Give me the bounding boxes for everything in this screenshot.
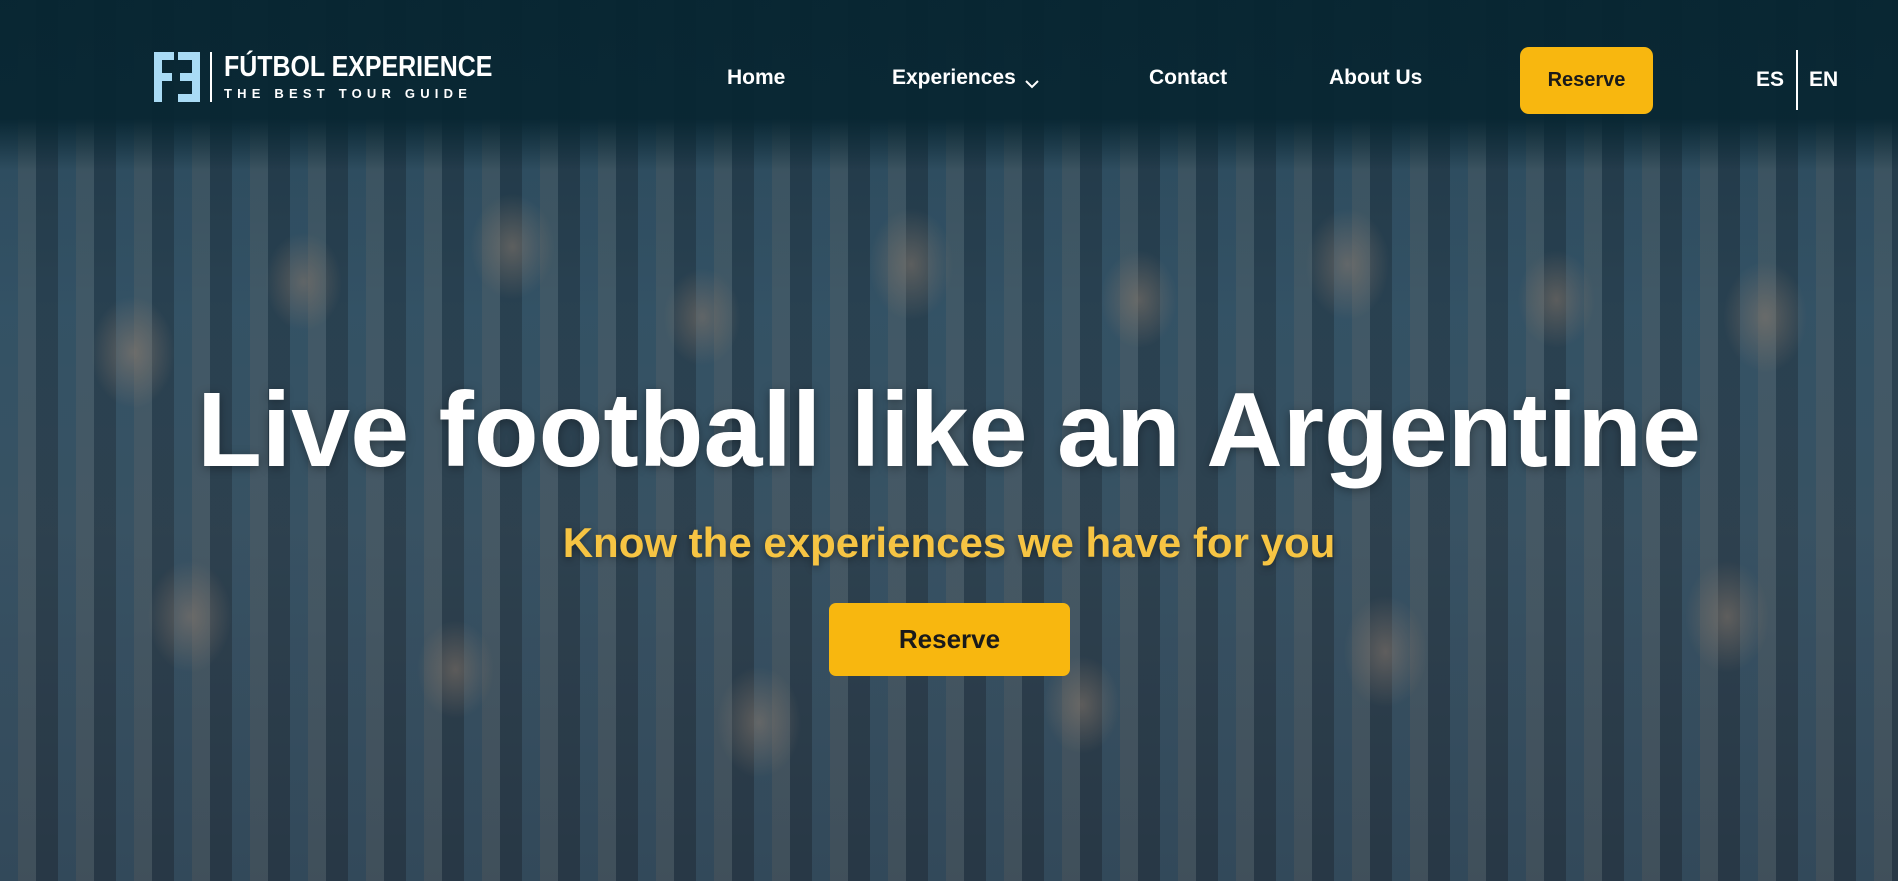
brand-title: FÚTBOL EXPERIENCE bbox=[224, 51, 493, 83]
hero-subtitle: Know the experiences we have for you bbox=[562, 519, 1336, 566]
chevron-down-icon bbox=[1024, 70, 1040, 89]
nav-item-home[interactable]: Home bbox=[727, 62, 785, 94]
header-reserve-button[interactable]: Reserve bbox=[1520, 47, 1653, 114]
language-switcher: ES EN bbox=[1756, 50, 1838, 110]
brand-tagline: THE BEST TOUR GUIDE bbox=[224, 86, 473, 101]
hero-reserve-button[interactable]: Reserve bbox=[829, 603, 1070, 676]
brand-logo[interactable]: FÚTBOL EXPERIENCE THE BEST TOUR GUIDE bbox=[154, 52, 536, 102]
logo-divider bbox=[210, 52, 212, 102]
lang-option-en[interactable]: EN bbox=[1809, 68, 1838, 92]
lang-option-es[interactable]: ES bbox=[1756, 68, 1784, 92]
nav-item-label: Contact bbox=[1149, 66, 1228, 89]
lang-divider bbox=[1796, 50, 1799, 110]
nav-item-experiences[interactable]: Experiences bbox=[892, 62, 1040, 94]
nav-item-label: Home bbox=[727, 66, 786, 89]
nav-item-about-us[interactable]: About Us bbox=[1329, 62, 1422, 94]
nav-item-contact[interactable]: Contact bbox=[1149, 62, 1227, 94]
site-header: FÚTBOL EXPERIENCE THE BEST TOUR GUIDE Ho… bbox=[0, 0, 1898, 170]
hero-title: Live football like an Argentine bbox=[197, 371, 1701, 489]
nav-item-label: About Us bbox=[1329, 66, 1423, 89]
fe-monogram-icon bbox=[154, 52, 200, 102]
logo-text: FÚTBOL EXPERIENCE THE BEST TOUR GUIDE bbox=[224, 52, 536, 102]
nav-item-label: Experiences bbox=[892, 66, 1016, 89]
